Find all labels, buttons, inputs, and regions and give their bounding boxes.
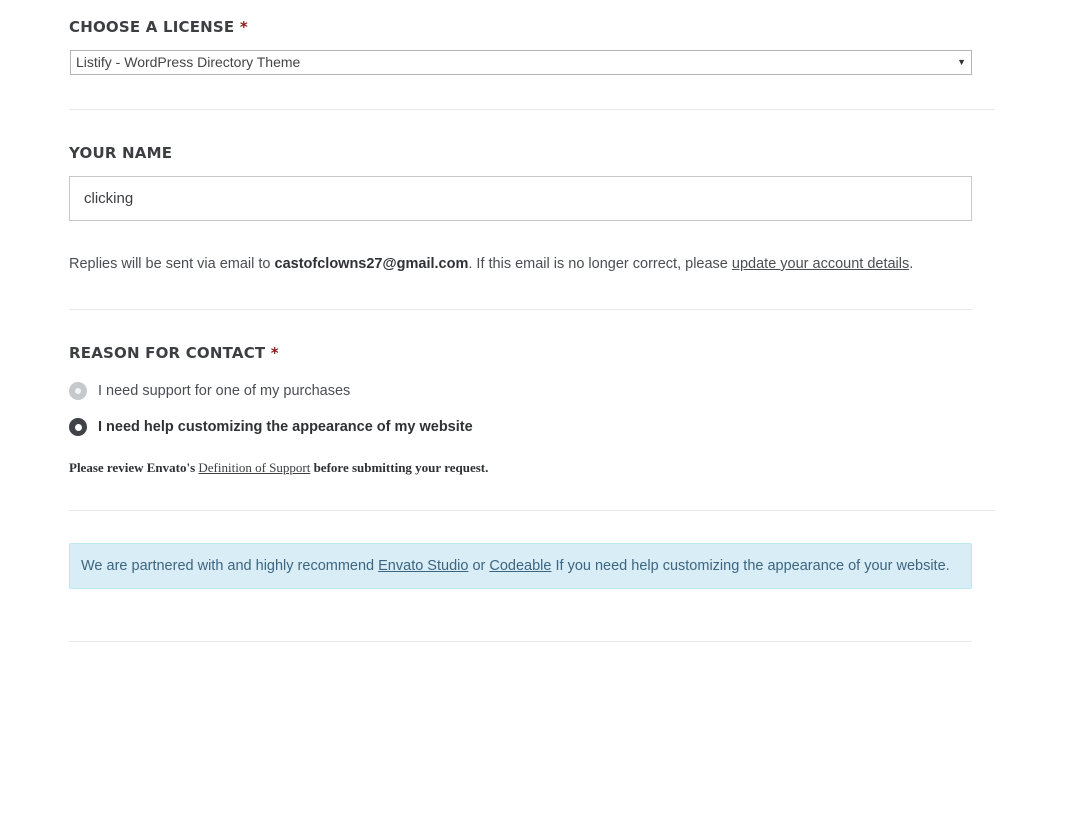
license-heading: CHOOSE A LICENSE * — [69, 18, 248, 36]
reason-option-label: I need support for one of my purchases — [98, 383, 351, 399]
partner-middle: or — [468, 558, 490, 574]
license-select[interactable]: Listify - WordPress Directory Theme ▼ — [70, 50, 972, 75]
divider — [69, 309, 972, 310]
name-heading: YOUR NAME — [69, 144, 172, 162]
update-account-link[interactable]: update your account details — [732, 256, 909, 272]
partner-suffix: If you need help customizing the appeara… — [551, 558, 950, 574]
partner-prefix: We are partnered with and highly recomme… — [81, 558, 379, 574]
triangle-down-icon: ▼ — [957, 57, 966, 67]
radio-selected-icon[interactable] — [69, 418, 87, 436]
required-mark: * — [270, 344, 279, 362]
license-selected-value: Listify - WordPress Directory Theme — [76, 54, 301, 70]
reason-option-customize[interactable]: I need help customizing the appearance o… — [69, 418, 473, 436]
reply-email: castofclowns27@gmail.com — [274, 256, 469, 272]
review-suffix: before submitting your request. — [310, 460, 489, 475]
reason-option-label: I need help customizing the appearance o… — [98, 419, 473, 435]
divider — [69, 641, 972, 642]
envato-studio-link[interactable]: Envato Studio — [378, 558, 468, 574]
name-input[interactable] — [69, 176, 972, 221]
reply-prefix: Replies will be sent via email to — [69, 256, 275, 272]
review-note: Please review Envato's Definition of Sup… — [69, 460, 488, 476]
reason-heading: REASON FOR CONTACT * — [69, 344, 279, 362]
reason-label: REASON FOR CONTACT — [69, 344, 266, 362]
divider — [69, 510, 995, 511]
radio-unselected-icon[interactable] — [69, 382, 87, 400]
divider — [69, 109, 995, 110]
name-label: YOUR NAME — [69, 144, 173, 162]
license-label: CHOOSE A LICENSE — [69, 18, 235, 36]
partner-info-box: We are partnered with and highly recomme… — [69, 543, 972, 589]
reply-suffix: . — [909, 256, 914, 272]
definition-of-support-link[interactable]: Definition of Support — [198, 460, 310, 475]
reason-option-support[interactable]: I need support for one of my purchases — [69, 382, 350, 400]
review-prefix: Please review Envato's — [69, 460, 199, 475]
codeable-link[interactable]: Codeable — [489, 558, 551, 574]
required-mark: * — [239, 18, 248, 36]
reply-middle: . If this email is no longer correct, pl… — [468, 256, 732, 272]
reply-note: Replies will be sent via email to castof… — [69, 256, 913, 272]
